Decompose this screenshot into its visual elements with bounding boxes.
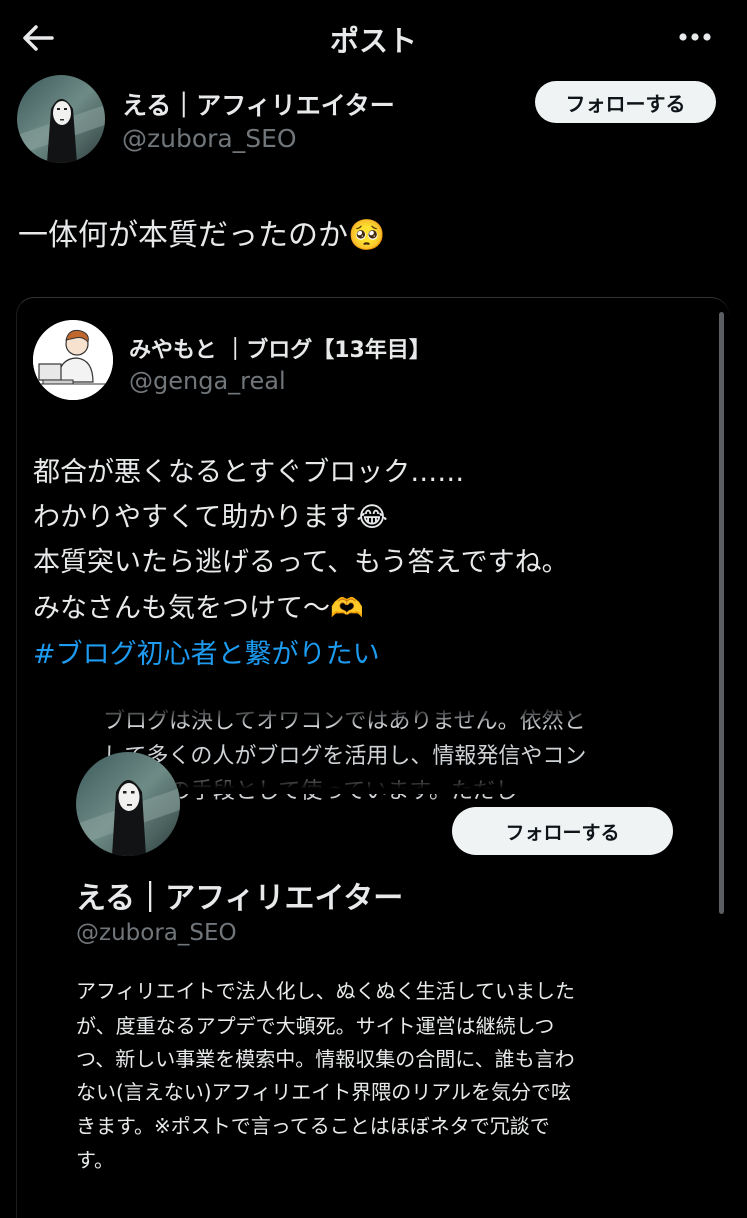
page-title: ポスト — [329, 24, 417, 58]
profile-bio-line: つ、新しい事業を模索中。情報収集の合間に、誰も言わ — [76, 1047, 575, 1071]
profile-avatar[interactable] — [76, 752, 180, 856]
profile-follow-button[interactable]: フォローする — [452, 807, 673, 855]
avatar[interactable] — [17, 75, 105, 163]
quoted-text-line: わかりやすくて助かります😂 — [33, 502, 388, 533]
quoted-author-handle[interactable]: @genga_real — [129, 367, 286, 395]
profile-bio-line: アフィリエイトで法人化し、ぬくぬく生活していました — [76, 979, 575, 1003]
background-text-fragment: して多くの人がブログを活用し、情報発信やコン — [103, 744, 587, 769]
profile-bio-line: す。 — [76, 1148, 114, 1172]
profile-handle[interactable]: @zubora_SEO — [76, 920, 237, 946]
top-bar: ポスト — [0, 0, 747, 76]
quoted-text-line: みなさんも気をつけて〜🫶 — [33, 593, 364, 624]
author-name[interactable]: える｜アフィリエイター — [122, 86, 395, 122]
author-handle[interactable]: @zubora_SEO — [122, 124, 297, 153]
post-text: 一体何が本質だったのか🥺 — [18, 218, 386, 253]
profile-name[interactable]: える｜アフィリエイター — [76, 873, 403, 917]
more-horizontal-icon[interactable] — [672, 20, 718, 54]
profile-bio-line: が、度重なるアプデで大頓死。サイト運営は継続しつ — [76, 1014, 555, 1038]
hashtag-link[interactable]: #ブログ初心者と繋がりたい — [33, 632, 380, 671]
profile-bio-line: ない(言えない)アフィリエイト界隈のリアルを気分で呟 — [76, 1080, 572, 1104]
profile-bio-line: きます。※ポストで言ってることはほぼネタで冗談で — [76, 1114, 550, 1138]
scrollbar[interactable] — [719, 312, 724, 914]
quoted-text-line: 都合が悪くなるとすぐブロック…… — [33, 457, 465, 488]
follow-button[interactable]: フォローする — [535, 81, 716, 123]
quoted-author-avatar[interactable] — [33, 320, 113, 400]
quoted-text-line: 本質突いたら逃げるって、もう答えですね。 — [33, 547, 569, 578]
fade-overlay — [80, 700, 680, 726]
quoted-author-name[interactable]: みやもと ｜ブログ【13年目】 — [129, 332, 431, 364]
